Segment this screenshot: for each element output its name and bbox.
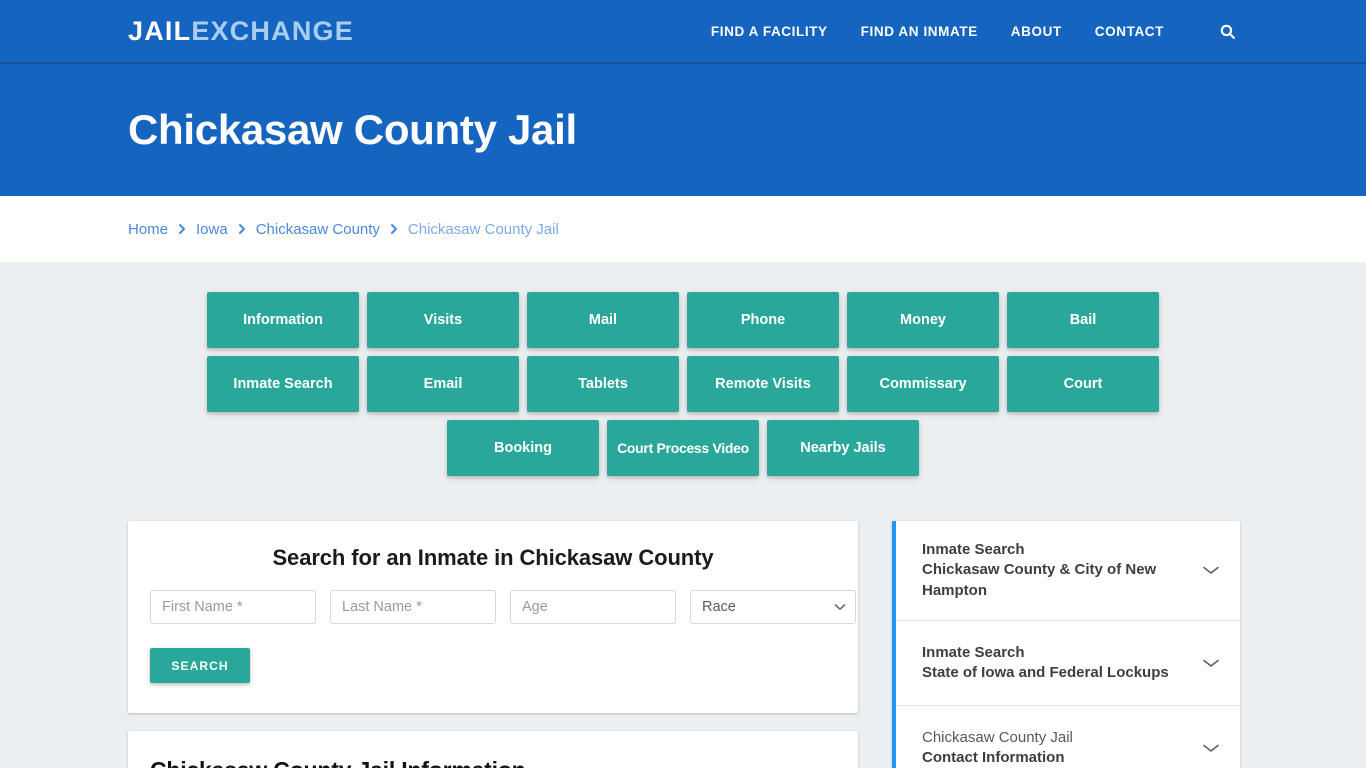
accordion-item-contact-information[interactable]: Chickasaw County Jail Contact Informatio… bbox=[896, 706, 1240, 768]
tab-court[interactable]: Court bbox=[1007, 356, 1159, 412]
search-button[interactable]: SEARCH bbox=[150, 648, 250, 683]
accordion-item-line2: Chickasaw County & City of New Hampton bbox=[922, 561, 1157, 599]
tab-mail[interactable]: Mail bbox=[527, 292, 679, 348]
accordion-item-line1: Chickasaw County Jail bbox=[922, 729, 1073, 746]
race-select-wrapper: Race bbox=[690, 590, 856, 624]
accordion-item-line1: Inmate Search bbox=[922, 541, 1025, 558]
accordion-item-text: Inmate Search State of Iowa and Federal … bbox=[922, 643, 1200, 684]
inmate-search-panel: Search for an Inmate in Chickasaw County… bbox=[128, 521, 858, 713]
accordion-item-line2: Contact Information bbox=[922, 749, 1065, 767]
tab-inmate-search[interactable]: Inmate Search bbox=[207, 356, 359, 412]
accordion-item-line1: Inmate Search bbox=[922, 643, 1025, 661]
facility-section-tabs: Information Visits Mail Phone Money Bail… bbox=[128, 262, 1238, 476]
tab-booking[interactable]: Booking bbox=[447, 420, 599, 476]
tab-tablets[interactable]: Tablets bbox=[527, 356, 679, 412]
tab-court-process-video[interactable]: Court Process Video bbox=[607, 420, 759, 476]
tab-commissary[interactable]: Commissary bbox=[847, 356, 999, 412]
sidebar-accordion: Inmate Search Chickasaw County & City of… bbox=[892, 521, 1240, 768]
jail-information-panel: Chickasaw County Jail Information bbox=[128, 731, 858, 768]
tab-remote-visits[interactable]: Remote Visits bbox=[687, 356, 839, 412]
site-header: JAILEXCHANGE FIND A FACILITY FIND AN INM… bbox=[0, 0, 1366, 64]
sidebar-column: Inmate Search Chickasaw County & City of… bbox=[892, 521, 1240, 768]
jail-information-heading: Chickasaw County Jail Information bbox=[150, 757, 836, 768]
breadcrumb-item-home[interactable]: Home bbox=[128, 221, 168, 238]
race-select[interactable]: Race bbox=[690, 590, 856, 624]
accordion-item-line2: State of Iowa and Federal Lockups bbox=[922, 663, 1169, 681]
breadcrumb-item-chickasaw-county[interactable]: Chickasaw County bbox=[256, 221, 380, 238]
search-icon[interactable] bbox=[1219, 23, 1236, 40]
chevron-right-icon bbox=[177, 223, 187, 235]
accordion-item-inmate-search-state[interactable]: Inmate Search State of Iowa and Federal … bbox=[896, 621, 1240, 706]
last-name-input[interactable] bbox=[330, 590, 496, 624]
tab-visits[interactable]: Visits bbox=[367, 292, 519, 348]
breadcrumb-item-current[interactable]: Chickasaw County Jail bbox=[408, 221, 559, 238]
nav-item-contact[interactable]: CONTACT bbox=[1095, 24, 1164, 39]
content-columns: Search for an Inmate in Chickasaw County… bbox=[128, 476, 1240, 768]
breadcrumb-item-iowa[interactable]: Iowa bbox=[196, 221, 228, 238]
tab-information[interactable]: Information bbox=[207, 292, 359, 348]
logo-text-exchange: EXCHANGE bbox=[191, 15, 354, 46]
tab-nearby-jails[interactable]: Nearby Jails bbox=[767, 420, 919, 476]
breadcrumb: Home Iowa Chickasaw County Chickasaw Cou… bbox=[128, 221, 559, 238]
accordion-item-inmate-search-county[interactable]: Inmate Search Chickasaw County & City of… bbox=[896, 521, 1240, 621]
age-input[interactable] bbox=[510, 590, 676, 624]
logo-text-jail: JAIL bbox=[128, 15, 192, 46]
chevron-down-icon[interactable] bbox=[1200, 742, 1222, 754]
page-title: Chickasaw County Jail bbox=[128, 105, 577, 153]
chevron-down-icon[interactable] bbox=[1200, 657, 1222, 669]
tab-bail[interactable]: Bail bbox=[1007, 292, 1159, 348]
inmate-search-heading: Search for an Inmate in Chickasaw County bbox=[272, 545, 714, 570]
accordion-item-text: Inmate Search Chickasaw County & City of… bbox=[922, 540, 1200, 601]
chevron-down-icon[interactable] bbox=[1200, 564, 1222, 576]
search-fields-row: Race bbox=[150, 590, 856, 624]
tab-money[interactable]: Money bbox=[847, 292, 999, 348]
first-name-input[interactable] bbox=[150, 590, 316, 624]
nav-item-about[interactable]: ABOUT bbox=[1011, 24, 1062, 39]
tab-email[interactable]: Email bbox=[367, 356, 519, 412]
tab-phone[interactable]: Phone bbox=[687, 292, 839, 348]
site-logo[interactable]: JAILEXCHANGE bbox=[128, 15, 354, 46]
chevron-right-icon bbox=[237, 223, 247, 235]
main-column: Search for an Inmate in Chickasaw County… bbox=[128, 521, 858, 768]
accordion-item-text: Chickasaw County Jail Contact Informatio… bbox=[922, 728, 1200, 768]
chevron-right-icon bbox=[389, 223, 399, 235]
nav-item-find-a-facility[interactable]: FIND A FACILITY bbox=[711, 24, 828, 39]
page-hero: Chickasaw County Jail bbox=[0, 64, 1366, 196]
page-content: Information Visits Mail Phone Money Bail… bbox=[0, 262, 1366, 768]
nav-item-find-an-inmate[interactable]: FIND AN INMATE bbox=[861, 24, 978, 39]
breadcrumb-bar: Home Iowa Chickasaw County Chickasaw Cou… bbox=[0, 196, 1366, 262]
main-navigation: FIND A FACILITY FIND AN INMATE ABOUT CON… bbox=[711, 23, 1236, 40]
